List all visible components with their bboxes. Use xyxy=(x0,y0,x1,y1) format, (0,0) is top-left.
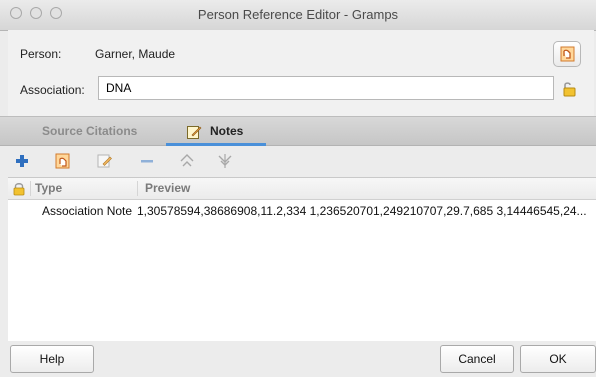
edit-icon xyxy=(97,154,112,168)
tab-bar: Source Citations Notes xyxy=(0,116,596,146)
tab-label: Source Citations xyxy=(42,124,138,138)
window-title: Person Reference Editor - Gramps xyxy=(197,7,399,22)
move-up-icon xyxy=(180,154,194,167)
ok-button[interactable]: OK xyxy=(520,345,596,373)
edit-person-button[interactable] xyxy=(553,41,581,67)
tab-source-citations[interactable]: Source Citations xyxy=(42,117,137,146)
notes-list[interactable]: Type Preview Association Note 1,30578594… xyxy=(8,177,596,342)
move-down-button[interactable] xyxy=(216,152,234,170)
add-note-button[interactable] xyxy=(13,152,31,170)
person-reference-editor-window: Person Reference Editor - Gramps Person:… xyxy=(0,0,596,377)
column-header-type[interactable]: Type xyxy=(35,181,62,195)
lock-open-icon xyxy=(563,82,576,97)
help-button[interactable]: Help xyxy=(10,345,94,373)
edit-note-button[interactable] xyxy=(96,152,114,170)
share-icon xyxy=(560,46,575,62)
list-header: Type Preview xyxy=(8,178,596,200)
remove-icon xyxy=(141,160,153,163)
notes-toolbar xyxy=(8,146,596,174)
person-label: Person: xyxy=(20,47,62,61)
share-note-button[interactable] xyxy=(54,152,72,170)
tab-label: Notes xyxy=(210,124,244,138)
move-down-icon xyxy=(218,154,232,168)
tab-notes[interactable]: Notes xyxy=(166,117,266,146)
association-field[interactable] xyxy=(98,76,554,100)
remove-note-button[interactable] xyxy=(138,152,156,170)
row-type: Association Note xyxy=(42,204,133,218)
row-preview: 1,30578594,38686908,11.2,334 1,236520701… xyxy=(137,204,587,218)
cancel-button[interactable]: Cancel xyxy=(440,345,514,373)
table-row[interactable]: Association Note 1,30578594,38686908,11.… xyxy=(8,201,596,219)
move-up-button[interactable] xyxy=(178,152,196,170)
lock-icon[interactable] xyxy=(12,181,26,196)
column-separator xyxy=(30,181,31,196)
lock-toggle[interactable] xyxy=(558,79,578,99)
title-bar: Person Reference Editor - Gramps xyxy=(0,0,596,31)
notes-icon xyxy=(187,126,202,139)
association-label: Association: xyxy=(20,83,85,97)
share-icon xyxy=(55,153,70,169)
dialog-buttons: Help Cancel OK xyxy=(0,341,596,377)
column-separator xyxy=(137,181,138,196)
person-value: Garner, Maude xyxy=(95,47,176,61)
reference-form: Person: Garner, Maude Association: xyxy=(8,30,594,116)
add-icon xyxy=(16,155,28,167)
column-header-preview[interactable]: Preview xyxy=(145,181,190,195)
